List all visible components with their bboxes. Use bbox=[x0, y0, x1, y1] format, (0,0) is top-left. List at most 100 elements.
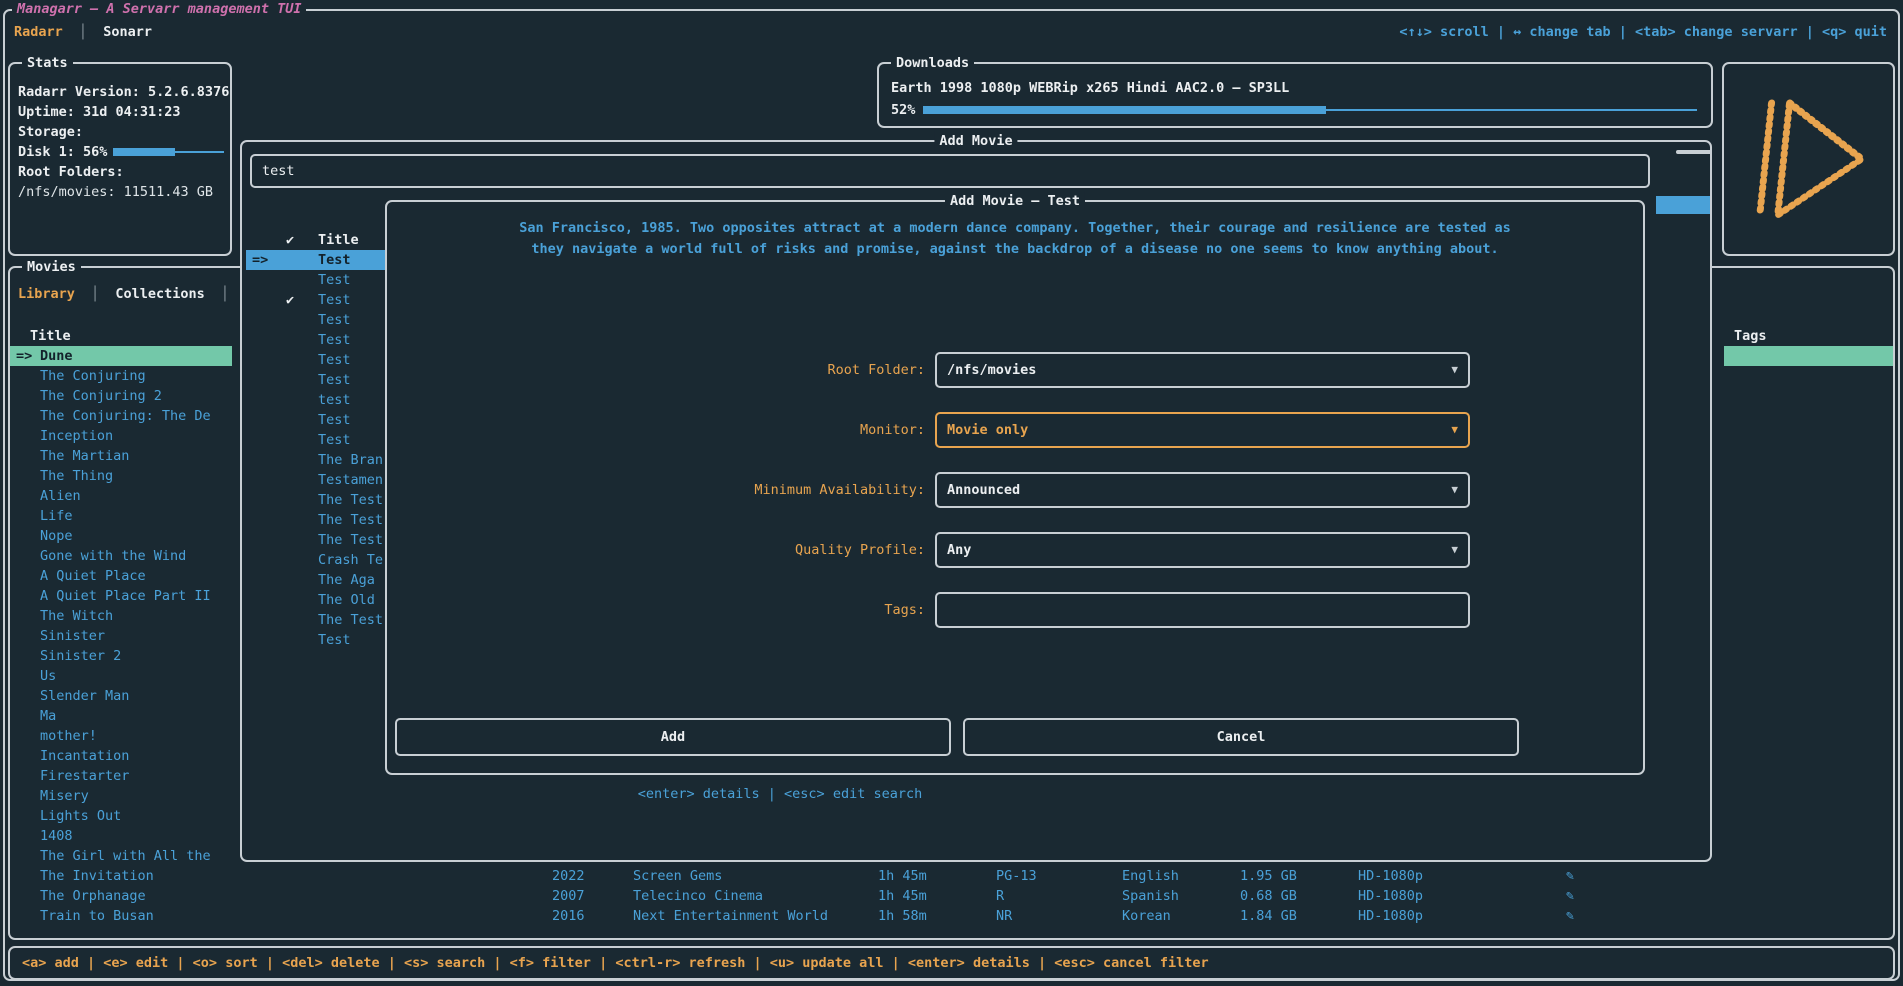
app-title: Managarr – A Servarr management TUI bbox=[12, 0, 306, 18]
search-result-item[interactable]: ✔ Test bbox=[246, 290, 386, 310]
search-result-item[interactable]: Testamen bbox=[246, 470, 386, 490]
movie-list-item[interactable]: The Witch bbox=[10, 606, 232, 626]
search-result-item[interactable]: => Test bbox=[246, 250, 386, 270]
movie-list-item[interactable]: Firestarter bbox=[10, 766, 232, 786]
movie-list-item[interactable]: Misery bbox=[10, 786, 232, 806]
field-label: Tags: bbox=[403, 592, 925, 628]
field-dropdown[interactable]: /nfs/movies ▼ bbox=[935, 352, 1470, 388]
cell-size: 1.95 GB bbox=[1240, 866, 1297, 886]
movie-list-item[interactable]: =>Dune bbox=[10, 346, 232, 366]
search-result-item[interactable]: The Test bbox=[246, 510, 386, 530]
cell-year: 2022 bbox=[552, 866, 585, 886]
search-result-item[interactable]: Test bbox=[246, 370, 386, 390]
search-scrollbar-thumb[interactable] bbox=[1676, 150, 1712, 154]
search-result-item[interactable]: The Bran bbox=[246, 450, 386, 470]
movie-list-item[interactable]: Train to Busan bbox=[10, 906, 232, 926]
stats-panel: Stats Radarr Version: 5.2.6.8376 Uptime:… bbox=[8, 62, 232, 256]
movie-list-item[interactable]: The Orphanage bbox=[10, 886, 232, 906]
movie-list-item[interactable]: Incantation bbox=[10, 746, 232, 766]
tab-separator: │ bbox=[91, 286, 99, 302]
movie-list-item[interactable]: Lights Out bbox=[10, 806, 232, 826]
field-label: Root Folder: bbox=[403, 352, 925, 388]
table-row[interactable]: 2022 Screen Gems 1h 45m PG-13 English 1.… bbox=[552, 866, 1652, 886]
result-title: Test bbox=[318, 270, 351, 290]
movie-list-item[interactable]: The Martian bbox=[10, 446, 232, 466]
movie-list-item[interactable]: The Conjuring bbox=[10, 366, 232, 386]
uptime: Uptime: 31d 04:31:23 bbox=[18, 102, 224, 122]
movie-list-item[interactable]: Ma bbox=[10, 706, 232, 726]
add-movie-form: Root Folder: /nfs/movies ▼ Monitor: Movi… bbox=[403, 352, 1470, 652]
selected-movie-tags-cell[interactable] bbox=[1724, 346, 1893, 366]
field-dropdown[interactable]: Movie only ▼ bbox=[935, 412, 1470, 448]
tab-radarr[interactable]: Radarr bbox=[14, 24, 63, 40]
field-dropdown[interactable] bbox=[935, 592, 1470, 628]
field-dropdown[interactable]: Any ▼ bbox=[935, 532, 1470, 568]
search-result-item[interactable]: Test bbox=[246, 330, 386, 350]
search-result-item[interactable]: The Aga bbox=[246, 570, 386, 590]
movie-list-item[interactable]: Gone with the Wind bbox=[10, 546, 232, 566]
movie-list-item[interactable]: The Conjuring 2 bbox=[10, 386, 232, 406]
tab-collections[interactable]: Collections bbox=[115, 286, 204, 302]
movie-title: Dune bbox=[40, 348, 73, 364]
movie-title: The Thing bbox=[40, 468, 113, 484]
movie-list-item[interactable]: 1408 bbox=[10, 826, 232, 846]
cell-year: 2016 bbox=[552, 906, 585, 926]
movie-list-item[interactable]: Us bbox=[10, 666, 232, 686]
movie-list-item[interactable]: Alien bbox=[10, 486, 232, 506]
selection-arrow-icon: => bbox=[16, 346, 40, 366]
result-title: Test bbox=[318, 410, 351, 430]
search-result-item[interactable]: The Test bbox=[246, 530, 386, 550]
table-row[interactable]: 2007 Telecinco Cinema 1h 45m R Spanish 0… bbox=[552, 886, 1652, 906]
download-gauge bbox=[923, 100, 1697, 120]
search-result-item[interactable]: Test bbox=[246, 430, 386, 450]
movie-list-item[interactable]: Sinister 2 bbox=[10, 646, 232, 666]
result-title: Test bbox=[318, 250, 351, 270]
download-item-name: Earth 1998 1080p WEBRip x265 Hindi AAC2.… bbox=[891, 78, 1289, 98]
search-result-item[interactable]: The Test bbox=[246, 610, 386, 630]
search-result-item[interactable]: Test bbox=[246, 410, 386, 430]
dialog-button[interactable]: Add bbox=[395, 718, 951, 756]
tab-library[interactable]: Library bbox=[18, 286, 75, 302]
field-dropdown[interactable]: Announced ▼ bbox=[935, 472, 1470, 508]
movie-title: Inception bbox=[40, 428, 113, 444]
search-result-item[interactable]: Test bbox=[246, 310, 386, 330]
movie-title: Nope bbox=[40, 528, 73, 544]
search-result-item[interactable]: Test bbox=[246, 630, 386, 650]
movie-list-item[interactable]: A Quiet Place Part II bbox=[10, 586, 232, 606]
movie-list-item[interactable]: The Girl with All the bbox=[10, 846, 232, 866]
movie-list-item[interactable]: Sinister bbox=[10, 626, 232, 646]
disk-usage-label: Disk 1: 56% bbox=[18, 142, 107, 162]
cell-quality: HD-1080p bbox=[1358, 866, 1423, 886]
movie-list-item[interactable]: The Thing bbox=[10, 466, 232, 486]
movie-list-item[interactable]: Life bbox=[10, 506, 232, 526]
cell-quality: HD-1080p bbox=[1358, 906, 1423, 926]
search-result-item[interactable]: Test bbox=[246, 350, 386, 370]
movie-title: Misery bbox=[40, 788, 89, 804]
cell-runtime: 1h 45m bbox=[878, 886, 927, 906]
cell-studio: Telecinco Cinema bbox=[633, 886, 763, 906]
movie-list-item[interactable]: Inception bbox=[10, 426, 232, 446]
result-title: Testamen bbox=[318, 470, 383, 490]
search-result-item[interactable]: The Old bbox=[246, 590, 386, 610]
tab-sonarr[interactable]: Sonarr bbox=[103, 24, 152, 40]
movie-overview-wrap: San Francisco, 1985. Two opposites attra… bbox=[387, 218, 1643, 260]
form-field-row: Tags: bbox=[403, 592, 1470, 628]
movie-list-item[interactable]: Slender Man bbox=[10, 686, 232, 706]
movie-list-item[interactable]: The Conjuring: The De bbox=[10, 406, 232, 426]
search-input[interactable]: test bbox=[250, 154, 1650, 188]
search-result-item[interactable]: Crash Te bbox=[246, 550, 386, 570]
search-result-item[interactable]: test bbox=[246, 390, 386, 410]
movie-list-item[interactable]: A Quiet Place bbox=[10, 566, 232, 586]
table-row[interactable]: 2016 Next Entertainment World 1h 58m NR … bbox=[552, 906, 1652, 926]
result-title: Test bbox=[318, 310, 351, 330]
cell-year: 2007 bbox=[552, 886, 585, 906]
movie-list-item[interactable]: mother! bbox=[10, 726, 232, 746]
movie-list-item[interactable]: The Invitation bbox=[10, 866, 232, 886]
dialog-button[interactable]: Cancel bbox=[963, 718, 1519, 756]
disk-usage-row: Disk 1: 56% bbox=[18, 142, 224, 162]
search-result-item[interactable]: Test bbox=[246, 270, 386, 290]
movie-list-item[interactable]: Nope bbox=[10, 526, 232, 546]
search-result-item[interactable]: The Test bbox=[246, 490, 386, 510]
stats-content: Radarr Version: 5.2.6.8376 Uptime: 31d 0… bbox=[18, 82, 224, 202]
results-scrollbar-thumb[interactable] bbox=[1656, 196, 1710, 214]
